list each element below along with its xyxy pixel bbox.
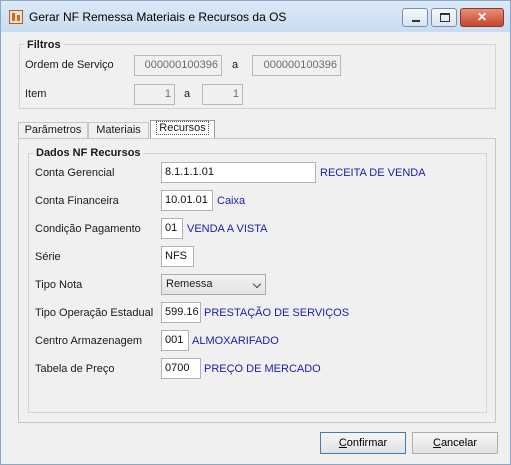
confirmar-button[interactable]: Confirmar	[320, 432, 406, 454]
ordem-servico-to-field[interactable]: 000000100396	[252, 55, 341, 76]
condicao-pagamento-field[interactable]: 01	[161, 218, 183, 239]
filtros-group	[19, 44, 496, 109]
tipo-nota-select[interactable]: Remessa	[161, 274, 266, 295]
serie-field[interactable]: NFS	[161, 246, 194, 267]
window-title: Gerar NF Remessa Materiais e Recursos da…	[29, 10, 287, 24]
centro-armazenagem-label: Centro Armazenagem	[35, 335, 142, 347]
title-bar[interactable]: Gerar NF Remessa Materiais e Recursos da…	[1, 1, 510, 32]
dados-nf-recursos-title: Dados NF Recursos	[34, 147, 143, 159]
tab-materiais[interactable]: Materiais	[88, 122, 149, 139]
filtros-title: Filtros	[25, 39, 63, 51]
minimize-icon	[412, 20, 420, 22]
cancelar-button[interactable]: Cancelar	[412, 432, 498, 454]
maximize-button[interactable]	[431, 8, 457, 27]
tabela-preco-field[interactable]: 0700	[161, 358, 201, 379]
conta-gerencial-label: Conta Gerencial	[35, 167, 115, 179]
tipo-operacao-estadual-label: Tipo Operação Estadual	[35, 307, 154, 319]
conta-gerencial-field[interactable]: 8.1.1.1.01	[161, 162, 316, 183]
condicao-pagamento-label: Condição Pagamento	[35, 223, 141, 235]
centro-armazenagem-description: ALMOXARIFADO	[192, 335, 279, 347]
ordem-servico-range-separator: a	[232, 59, 239, 71]
tab-parametros[interactable]: Parâmetros	[18, 122, 88, 139]
item-to-field[interactable]: 1	[202, 84, 243, 105]
close-button[interactable]: ✕	[460, 8, 504, 27]
item-label: Item	[25, 88, 47, 100]
tipo-operacao-estadual-field[interactable]: 599.16	[161, 302, 201, 323]
tabela-preco-description: PREÇO DE MERCADO	[204, 363, 321, 375]
tabela-preco-label: Tabela de Preço	[35, 363, 115, 375]
tipo-nota-label: Tipo Nota	[35, 279, 83, 291]
tipo-operacao-estadual-description: PRESTAÇÃO DE SERVIÇOS	[204, 307, 350, 319]
ordem-servico-from-field[interactable]: 000000100396	[134, 55, 222, 76]
conta-financeira-description: Caixa	[217, 195, 246, 207]
dialog-window: Gerar NF Remessa Materiais e Recursos da…	[0, 0, 511, 465]
confirmar-label: onfirmar	[346, 437, 388, 449]
chevron-down-icon	[252, 279, 262, 289]
condicao-pagamento-description: VENDA A VISTA	[187, 223, 268, 235]
tipo-nota-selected-value: Remessa	[166, 278, 213, 290]
cancelar-accelerator: C	[432, 437, 441, 449]
centro-armazenagem-field[interactable]: 001	[161, 330, 189, 351]
conta-financeira-field[interactable]: 10.01.01	[161, 190, 213, 211]
serie-label: Série	[35, 251, 61, 263]
confirmar-accelerator: C	[338, 437, 347, 449]
item-from-field[interactable]: 1	[134, 84, 175, 105]
conta-financeira-label: Conta Financeira	[35, 195, 119, 207]
cancelar-label: ancelar	[440, 437, 478, 449]
maximize-icon	[440, 13, 450, 22]
item-range-separator: a	[184, 88, 191, 100]
close-icon: ✕	[476, 10, 488, 24]
ordem-servico-label: Ordem de Serviço	[25, 59, 114, 71]
conta-gerencial-description: RECEITA DE VENDA	[320, 167, 426, 179]
app-icon	[9, 10, 23, 24]
tab-recursos-label: Recursos	[156, 121, 209, 135]
tab-recursos[interactable]: Recursos	[150, 120, 215, 139]
minimize-button[interactable]	[402, 8, 428, 27]
